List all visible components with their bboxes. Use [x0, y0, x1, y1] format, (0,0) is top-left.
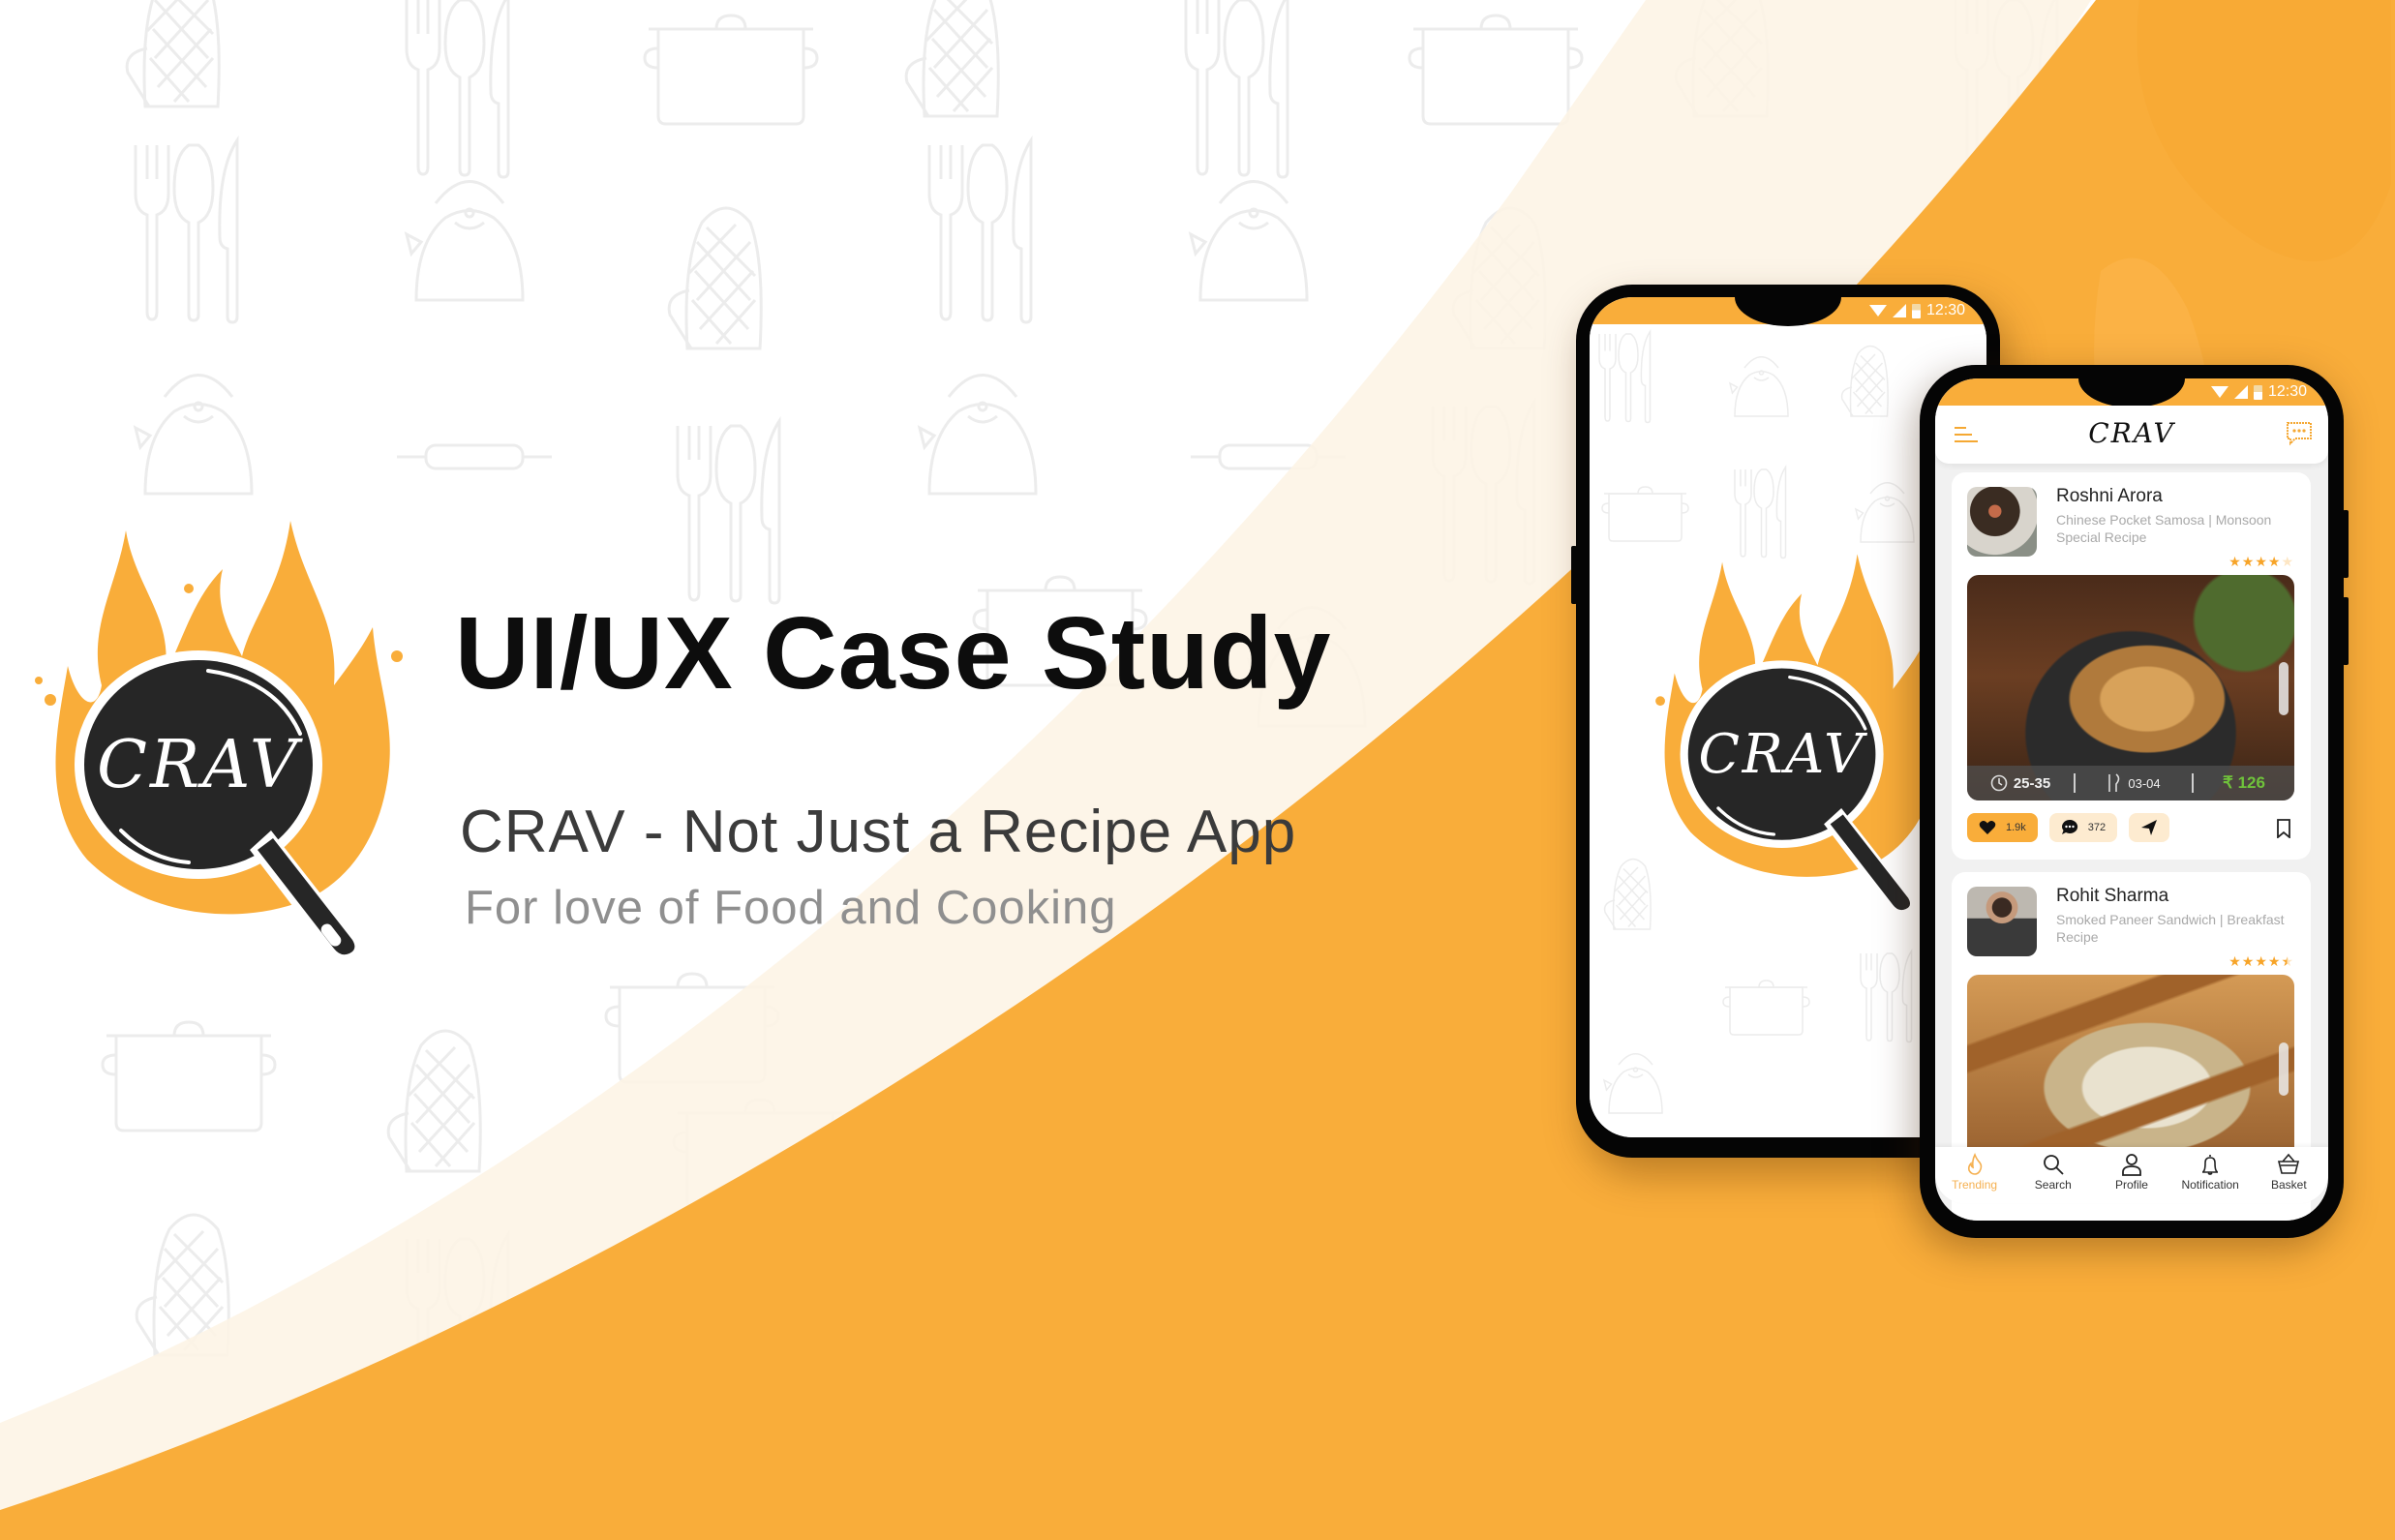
phone-side-button: [2343, 510, 2349, 578]
star-icon: ★: [2255, 554, 2267, 569]
recipe-price: ₹ 126: [2223, 773, 2265, 792]
battery-icon: [2253, 384, 2262, 400]
app-header: CRAV: [1935, 406, 2328, 464]
splash-logo-text: CRAV: [1698, 723, 1868, 786]
comment-count: 372: [2087, 822, 2107, 833]
rating-stars: ★ ★ ★ ★ ★: [2228, 554, 2293, 570]
chat-icon[interactable]: [2286, 421, 2313, 446]
recipe-card[interactable]: Roshni Arora Chinese Pocket Samosa | Mon…: [1952, 472, 2311, 860]
signal-icon: [1892, 304, 1906, 317]
logo-text: CRAV: [97, 727, 303, 803]
battery-icon: [1911, 303, 1921, 318]
recipe-title[interactable]: Chinese Pocket Samosa | Monsoon Special …: [2056, 511, 2298, 546]
phone-volume-button: [2343, 597, 2349, 665]
servings: 03-04: [2128, 775, 2161, 791]
nav-label: Basket: [2271, 1178, 2307, 1192]
feed-screen: 12:30 CRAV Roshni Arora Chinese Pocket S…: [1935, 378, 2328, 1221]
share-button[interactable]: [2129, 813, 2170, 842]
author-avatar[interactable]: [1967, 887, 2037, 956]
nav-search[interactable]: Search: [2016, 1153, 2090, 1192]
nav-basket[interactable]: Basket: [2252, 1153, 2325, 1192]
splash-logo: CRAV: [1655, 554, 1939, 919]
comment-icon: [2061, 819, 2077, 834]
recipe-photo[interactable]: 25-35 03-04 ₹ 126: [1967, 575, 2294, 800]
comment-button[interactable]: 372: [2048, 813, 2118, 842]
hero-title: UI/UX Case Study: [455, 596, 1332, 710]
basket-icon: [2278, 1153, 2300, 1174]
star-icon: ★: [2228, 953, 2241, 969]
like-button[interactable]: 1.9k: [1967, 813, 2038, 842]
scrollbar[interactable]: [2279, 662, 2289, 715]
star-icon: ★: [2241, 554, 2255, 569]
star-empty-icon: ★: [2281, 554, 2293, 569]
crav-logo: CRAV: [35, 521, 403, 965]
hero-subtitle: CRAV - Not Just a Recipe App: [460, 799, 1297, 865]
wifi-icon: [1868, 305, 1887, 317]
send-icon: [2141, 820, 2158, 835]
star-icon: ★: [2255, 953, 2267, 969]
status-time: 12:30: [2267, 383, 2307, 400]
bottom-navigation: Trending Search Profile Notification Bas…: [1935, 1147, 2328, 1203]
nav-label: Profile: [2114, 1178, 2148, 1192]
bell-icon: [2202, 1155, 2219, 1175]
phone-mockup-feed: 12:30 CRAV Roshni Arora Chinese Pocket S…: [1920, 365, 2349, 1238]
nav-label: Search: [2034, 1178, 2072, 1192]
author-avatar[interactable]: [1967, 487, 2037, 557]
star-icon: ★: [2267, 554, 2281, 569]
card-actions: 1.9k 372: [1967, 813, 2170, 842]
heart-icon: [1979, 821, 1996, 834]
rating-stars: ★ ★ ★ ★ ★: [2228, 953, 2293, 970]
like-count: 1.9k: [2006, 822, 2026, 833]
hero-tagline: For love of Food and Cooking: [465, 882, 1117, 934]
flame-icon: [1967, 1153, 1982, 1175]
bookmark-icon[interactable]: [2276, 819, 2291, 838]
app-brand: CRAV: [2088, 417, 2175, 449]
recipe-title[interactable]: Smoked Paneer Sandwich | Breakfast Recip…: [2056, 911, 2298, 946]
cook-time: 25-35: [2013, 774, 2051, 792]
profile-icon: [2122, 1154, 2141, 1176]
nav-profile[interactable]: Profile: [2095, 1153, 2168, 1192]
status-time: 12:30: [1925, 302, 1965, 318]
nav-label: Notification: [2181, 1178, 2239, 1192]
search-icon: [2043, 1155, 2064, 1175]
clock-icon: [1990, 774, 2008, 792]
star-icon: ★: [2228, 554, 2241, 569]
recipe-info-bar: 25-35 03-04 ₹ 126: [1967, 766, 2294, 800]
scrollbar[interactable]: [2279, 1042, 2289, 1096]
nav-label: Trending: [1952, 1178, 1998, 1192]
nav-notification[interactable]: Notification: [2173, 1153, 2247, 1192]
star-half-icon: ★: [2281, 953, 2293, 969]
star-icon: ★: [2241, 953, 2255, 969]
phone-volume-button: [1571, 546, 1577, 604]
author-name[interactable]: Roshni Arora: [2056, 486, 2163, 507]
star-icon: ★: [2267, 953, 2281, 969]
cutlery-icon: [2108, 773, 2120, 792]
author-name[interactable]: Rohit Sharma: [2056, 886, 2168, 907]
nav-trending[interactable]: Trending: [1938, 1153, 2012, 1192]
signal-icon: [2233, 385, 2248, 399]
wifi-icon: [2210, 386, 2228, 398]
